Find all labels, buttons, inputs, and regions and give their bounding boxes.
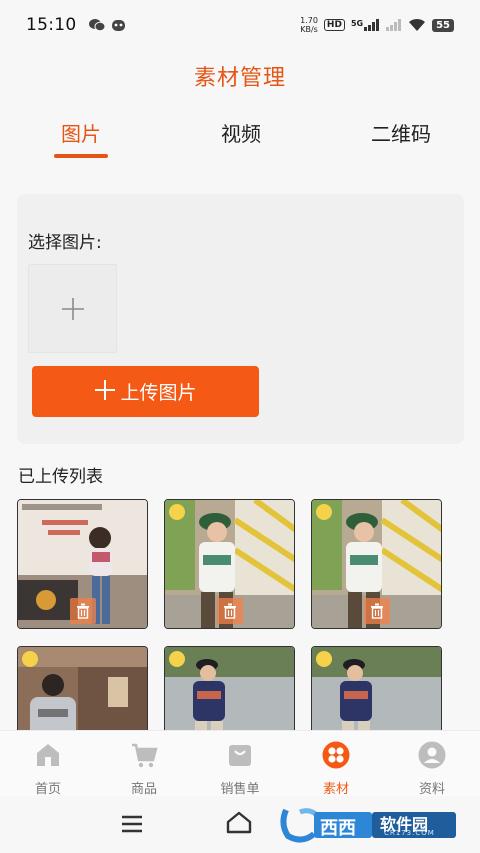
nav-item-products[interactable]: 商品 — [96, 741, 192, 797]
nav-item-sales-orders[interactable]: 销售单 — [192, 741, 288, 797]
material-icon — [322, 741, 350, 769]
delete-icon[interactable] — [364, 598, 390, 624]
uploaded-image-thumbnail[interactable] — [17, 646, 148, 736]
home-icon — [37, 744, 59, 766]
uploaded-image-thumbnail[interactable] — [311, 499, 442, 629]
nav-item-home[interactable]: 首页 — [0, 741, 96, 797]
uploaded-list-title: 已上传列表 — [18, 467, 103, 487]
wechat-icon — [88, 19, 105, 32]
status-notification-icons — [88, 18, 126, 32]
signal-5g-icon: 5G — [351, 19, 380, 31]
signal-icon — [386, 19, 402, 31]
upload-image-button[interactable]: 上传图片 — [32, 366, 259, 417]
status-system-icons: 1.70 KB/s HD 5G 55 — [300, 16, 454, 34]
uploaded-image-thumbnail[interactable] — [164, 499, 295, 629]
upload-button-label: 上传图片 — [120, 382, 197, 404]
nav-label-sales-orders: 销售单 — [220, 782, 260, 797]
active-tab-indicator — [54, 154, 108, 158]
nav-label-profile: 资料 — [418, 782, 445, 797]
menu-icon[interactable] — [121, 815, 143, 833]
watermark-logo: 西西 软件园 CR173.COM — [280, 804, 460, 844]
uploaded-image-thumbnail[interactable] — [17, 499, 148, 629]
nav-label-materials: 素材 — [322, 782, 349, 797]
app-notification-icon — [111, 20, 125, 31]
tab-bar: 图片 视频 二维码 — [0, 118, 480, 166]
delete-icon[interactable] — [217, 598, 243, 624]
tab-videos[interactable]: 视频 — [181, 118, 301, 147]
select-image-label: 选择图片: — [28, 233, 102, 253]
bottom-nav: 首页 商品 销售单 素材 资料 — [0, 730, 480, 797]
status-time: 15:10 — [26, 15, 77, 35]
battery-icon: 55 — [432, 18, 454, 32]
nav-label-products: 商品 — [130, 782, 157, 797]
watermark-domain: CR173.COM — [384, 829, 435, 837]
tab-images[interactable]: 图片 — [21, 118, 141, 147]
plus-icon — [61, 297, 84, 320]
select-image-card: 选择图片: 上传图片 — [17, 194, 464, 444]
delete-icon[interactable] — [70, 598, 96, 624]
uploaded-image-thumbnail[interactable] — [164, 646, 295, 736]
bag-icon — [229, 745, 251, 766]
status-bar: 15:10 1.70 KB/s HD 5G 55 — [0, 0, 480, 50]
home-button-icon[interactable] — [225, 810, 253, 834]
nav-item-materials[interactable]: 素材 — [288, 741, 384, 797]
hd-icon: HD — [323, 19, 345, 31]
plus-icon — [94, 378, 116, 406]
nav-item-profile[interactable]: 资料 — [384, 741, 480, 797]
cart-icon — [132, 743, 158, 768]
add-image-tile[interactable] — [28, 264, 117, 353]
wifi-icon — [409, 18, 426, 31]
uploaded-image-thumbnail[interactable] — [311, 646, 442, 736]
network-speed: 1.70 KB/s — [300, 16, 318, 34]
watermark-brand: 西西 — [320, 818, 356, 839]
nav-label-home: 首页 — [34, 782, 61, 797]
profile-icon — [418, 741, 446, 769]
system-navigation-bar: 西西 软件园 CR173.COM — [0, 798, 480, 853]
page-title: 素材管理 — [193, 66, 286, 91]
tab-qrcode[interactable]: 二维码 — [341, 118, 461, 147]
